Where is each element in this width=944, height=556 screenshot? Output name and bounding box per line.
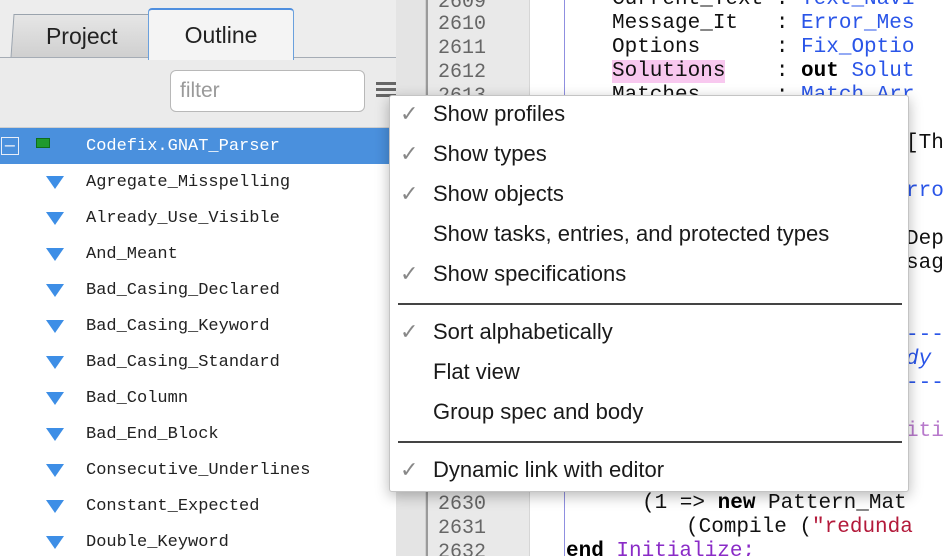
tree-row[interactable]: Bad_Casing_Standard [0,344,396,380]
tab-outline-label: Outline [184,21,258,48]
menu-item-show-types[interactable]: ✓ Show types [390,136,908,176]
tab-project[interactable]: Project [10,14,154,58]
menu-item-group-spec-and-body[interactable]: Group spec and body [390,394,908,434]
tree-row[interactable]: Bad_Casing_Keyword [0,308,396,344]
menu-item-show-objects[interactable]: ✓ Show objects [390,176,908,216]
menu-item-sort-alphabetically[interactable]: ✓ Sort alphabetically [390,314,908,354]
tree-item-label: And_Meant [86,244,178,264]
code-line: (1 => new Pattern_Mat [642,492,907,515]
line-number: 2632 [438,541,487,556]
subprogram-icon [46,392,64,405]
tree-row[interactable]: Agregate_Misspelling [0,164,396,200]
tree-item-label: Already_Use_Visible [86,208,280,228]
subprogram-icon [46,248,64,261]
subprogram-icon [46,500,64,513]
package-icon [36,138,50,148]
tree-item-label: Bad_End_Block [86,424,219,444]
line-number: 2631 [438,517,487,540]
code-line: (Compile ("redunda [686,516,913,539]
line-number: 2609 [438,0,487,14]
subprogram-icon [46,320,64,333]
menu-item-label: Sort alphabetically [433,319,613,344]
tree-row[interactable]: Consecutive_Underlines [0,452,396,488]
menu-item-label: Show tasks, entries, and protected types [433,221,830,246]
tab-project-label: Project [46,23,118,49]
menu-item-label: Show profiles [433,101,566,126]
subprogram-icon [46,356,64,369]
subprogram-icon [46,212,64,225]
code-line: Solutions : out Solut [612,60,915,83]
menu-item-label: Group spec and body [433,399,644,424]
menu-item-label: Show specifications [433,261,627,286]
subprogram-icon [46,464,64,477]
tree-item-label: Codefix.GNAT_Parser [86,136,280,156]
tree-row[interactable]: Bad_Column [0,380,396,416]
menu-item-show-profiles[interactable]: ✓ Show profiles [390,96,908,136]
tab-outline[interactable]: Outline [148,8,294,60]
code-fragment: --- [906,372,944,395]
tab-strip: Project Outline [0,0,396,60]
outline-options-menu: ✓ Show profiles ✓ Show types ✓ Show objects… [389,95,909,492]
line-number: 2630 [438,493,487,516]
tree-item-label: Agregate_Misspelling [86,172,291,192]
menu-item-label: Dynamic link with editor [433,457,665,482]
outline-toolbar [0,58,396,128]
tree-row[interactable]: Already_Use_Visible [0,200,396,236]
checkmark-icon: ✓ [400,458,419,483]
code-line: Options : Fix_Optio [612,36,915,59]
tree-item-label: Bad_Casing_Keyword [86,316,270,336]
code-fragment: [Th [906,132,944,155]
outline-panel: Project Outline − Codefix.GNAT_Parser Ag… [0,0,396,556]
menu-item-show-specifications[interactable]: ✓ Show specifications [390,256,908,296]
checkmark-icon: ✓ [400,320,419,345]
subprogram-icon [46,284,64,297]
code-fragment: iti [906,420,944,443]
collapse-icon[interactable]: − [1,137,19,155]
tree-item-label: Double_Keyword [86,532,229,552]
line-number: 2611 [438,37,487,60]
tree-item-label: Consecutive_Underlines [86,460,311,480]
subprogram-icon [46,428,64,441]
menu-item-label: Show objects [433,181,564,206]
checkmark-icon: ✓ [400,182,419,207]
menu-item-dynamic-link[interactable]: ✓ Dynamic link with editor [390,452,908,492]
code-fragment: --- [906,324,944,347]
tree-item-label: Bad_Casing_Declared [86,280,280,300]
menu-separator [398,303,902,305]
code-line: end Initialize; [566,540,756,556]
menu-item-label: Flat view [433,359,520,384]
menu-item-show-tasks[interactable]: Show tasks, entries, and protected types [390,216,908,256]
tree-item-label: Constant_Expected [86,496,260,516]
tree-row[interactable]: Bad_Casing_Declared [0,272,396,308]
code-line: Current_Text : Text_Navi [612,0,914,11]
menu-item-flat-view[interactable]: Flat view [390,354,908,394]
checkmark-icon: ✓ [400,102,419,127]
subprogram-icon [46,176,64,189]
code-fragment: Dep [906,228,944,251]
menu-separator [398,441,902,443]
code-line: Message_It : Error_Mes [612,12,915,35]
tree-item-label: Bad_Column [86,388,189,408]
line-number: 2610 [438,13,487,36]
tree-row[interactable]: Constant_Expected [0,488,396,524]
checkmark-icon: ✓ [400,142,419,167]
outline-tree: − Codefix.GNAT_Parser Agregate_Misspelli… [0,128,396,556]
subprogram-icon [46,536,64,549]
checkmark-icon: ✓ [400,262,419,287]
tree-item-label: Bad_Casing_Standard [86,352,280,372]
menu-item-label: Show types [433,141,547,166]
tree-row[interactable]: Bad_End_Block [0,416,396,452]
code-fragment: sag [906,252,944,275]
filter-input[interactable] [170,70,365,112]
line-number: 2612 [438,61,487,84]
tree-row[interactable]: And_Meant [0,236,396,272]
highlighted-identifier: Solutions [612,60,726,83]
tree-row[interactable]: Double_Keyword [0,524,396,556]
code-fragment: dy [906,348,932,371]
code-fragment: rro [906,180,944,203]
tree-row-package[interactable]: − Codefix.GNAT_Parser [0,128,396,164]
